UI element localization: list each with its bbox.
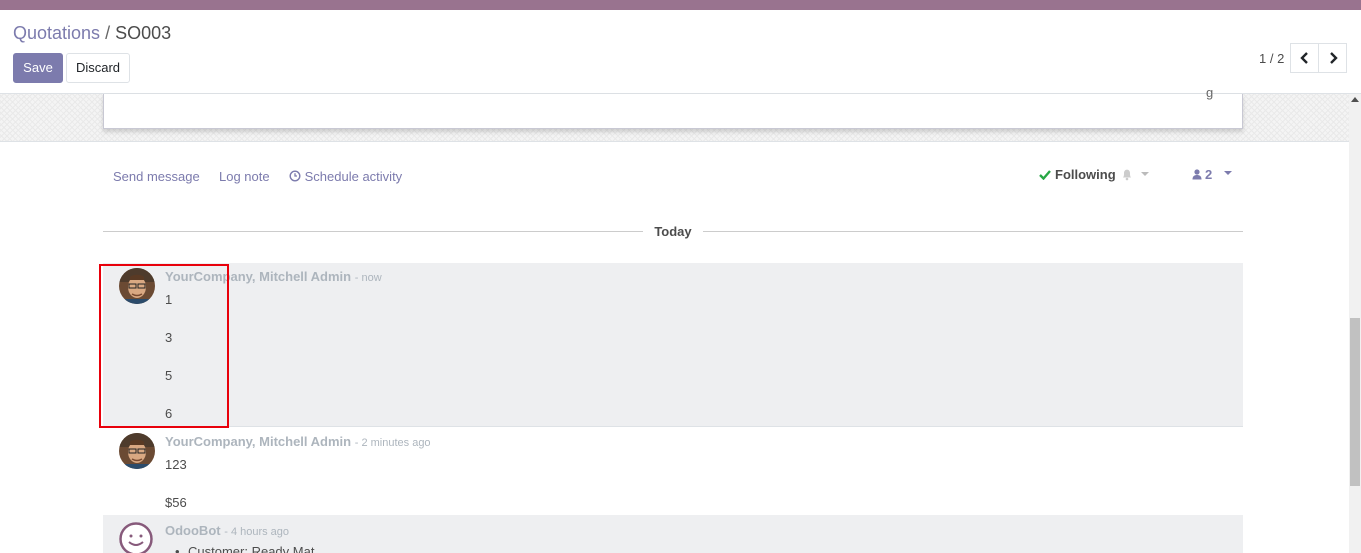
avatar[interactable] (119, 433, 155, 469)
pager-next-button[interactable] (1318, 43, 1347, 73)
highlight-annotation-box (99, 264, 229, 428)
send-message-button[interactable]: Send message (113, 169, 200, 184)
message-item: YourCompany, Mitchell Admin - now 1 3 5 … (103, 263, 1243, 427)
scrollbar[interactable] (1349, 94, 1361, 553)
message-date: - 2 minutes ago (354, 437, 431, 449)
bell-dropdown-caret-icon[interactable] (1141, 172, 1149, 176)
control-panel: Quotations / SO003 Save Discard (0, 10, 1361, 94)
scroll-thumb[interactable] (1350, 318, 1360, 486)
chevron-right-icon (1329, 52, 1338, 64)
log-note-button[interactable]: Log note (219, 169, 270, 184)
bell-icon (1123, 169, 1131, 181)
date-separator: Today (103, 224, 1243, 240)
pager-value[interactable]: 1 / 2 (1259, 51, 1284, 66)
schedule-activity-button[interactable]: Schedule activity (289, 169, 402, 184)
message-author[interactable]: YourCompany, Mitchell Admin (165, 434, 351, 449)
following-label: Following (1055, 167, 1116, 182)
odoobot-avatar[interactable] (119, 522, 153, 553)
check-icon (1039, 170, 1051, 180)
top-navbar (0, 0, 1361, 10)
sheet-text-fragment: g (1206, 85, 1214, 100)
pager-previous-button[interactable] (1290, 43, 1319, 73)
message-body-line: $56 (165, 495, 187, 510)
clock-icon (289, 170, 301, 182)
notification-bell-button[interactable] (1121, 168, 1133, 184)
followers-dropdown-caret-icon[interactable] (1224, 171, 1232, 175)
form-sheet: g (103, 85, 1243, 129)
user-icon (1192, 169, 1202, 180)
message-date: - 4 hours ago (224, 526, 290, 538)
message-date: - now (354, 272, 382, 284)
date-separator-label: Today (654, 224, 692, 239)
discard-button[interactable]: Discard (66, 53, 130, 83)
save-button[interactable]: Save (13, 53, 63, 83)
message-bullet-item: Customer: Ready Mat (175, 544, 314, 553)
breadcrumb-separator: / (105, 23, 111, 43)
message-header: OdooBot - 4 hours ago (165, 523, 289, 538)
message-author[interactable]: OdooBot (165, 523, 221, 538)
breadcrumb-current: SO003 (115, 23, 172, 43)
following-button[interactable]: Following (1039, 167, 1116, 182)
schedule-activity-label: Schedule activity (304, 169, 403, 184)
message-body-line: 123 (165, 457, 187, 472)
message-item: OdooBot - 4 hours ago Customer: Ready Ma… (103, 515, 1243, 553)
chevron-left-icon (1299, 52, 1308, 64)
message-header: YourCompany, Mitchell Admin - 2 minutes … (165, 434, 431, 449)
breadcrumb-quotations-link[interactable]: Quotations (13, 23, 100, 43)
breadcrumb: Quotations / SO003 (13, 23, 171, 44)
message-item: YourCompany, Mitchell Admin - 2 minutes … (103, 428, 1243, 514)
followers-button[interactable]: 2 (1192, 167, 1212, 182)
followers-count: 2 (1205, 167, 1213, 182)
scroll-up-arrow-icon[interactable] (1351, 97, 1359, 102)
